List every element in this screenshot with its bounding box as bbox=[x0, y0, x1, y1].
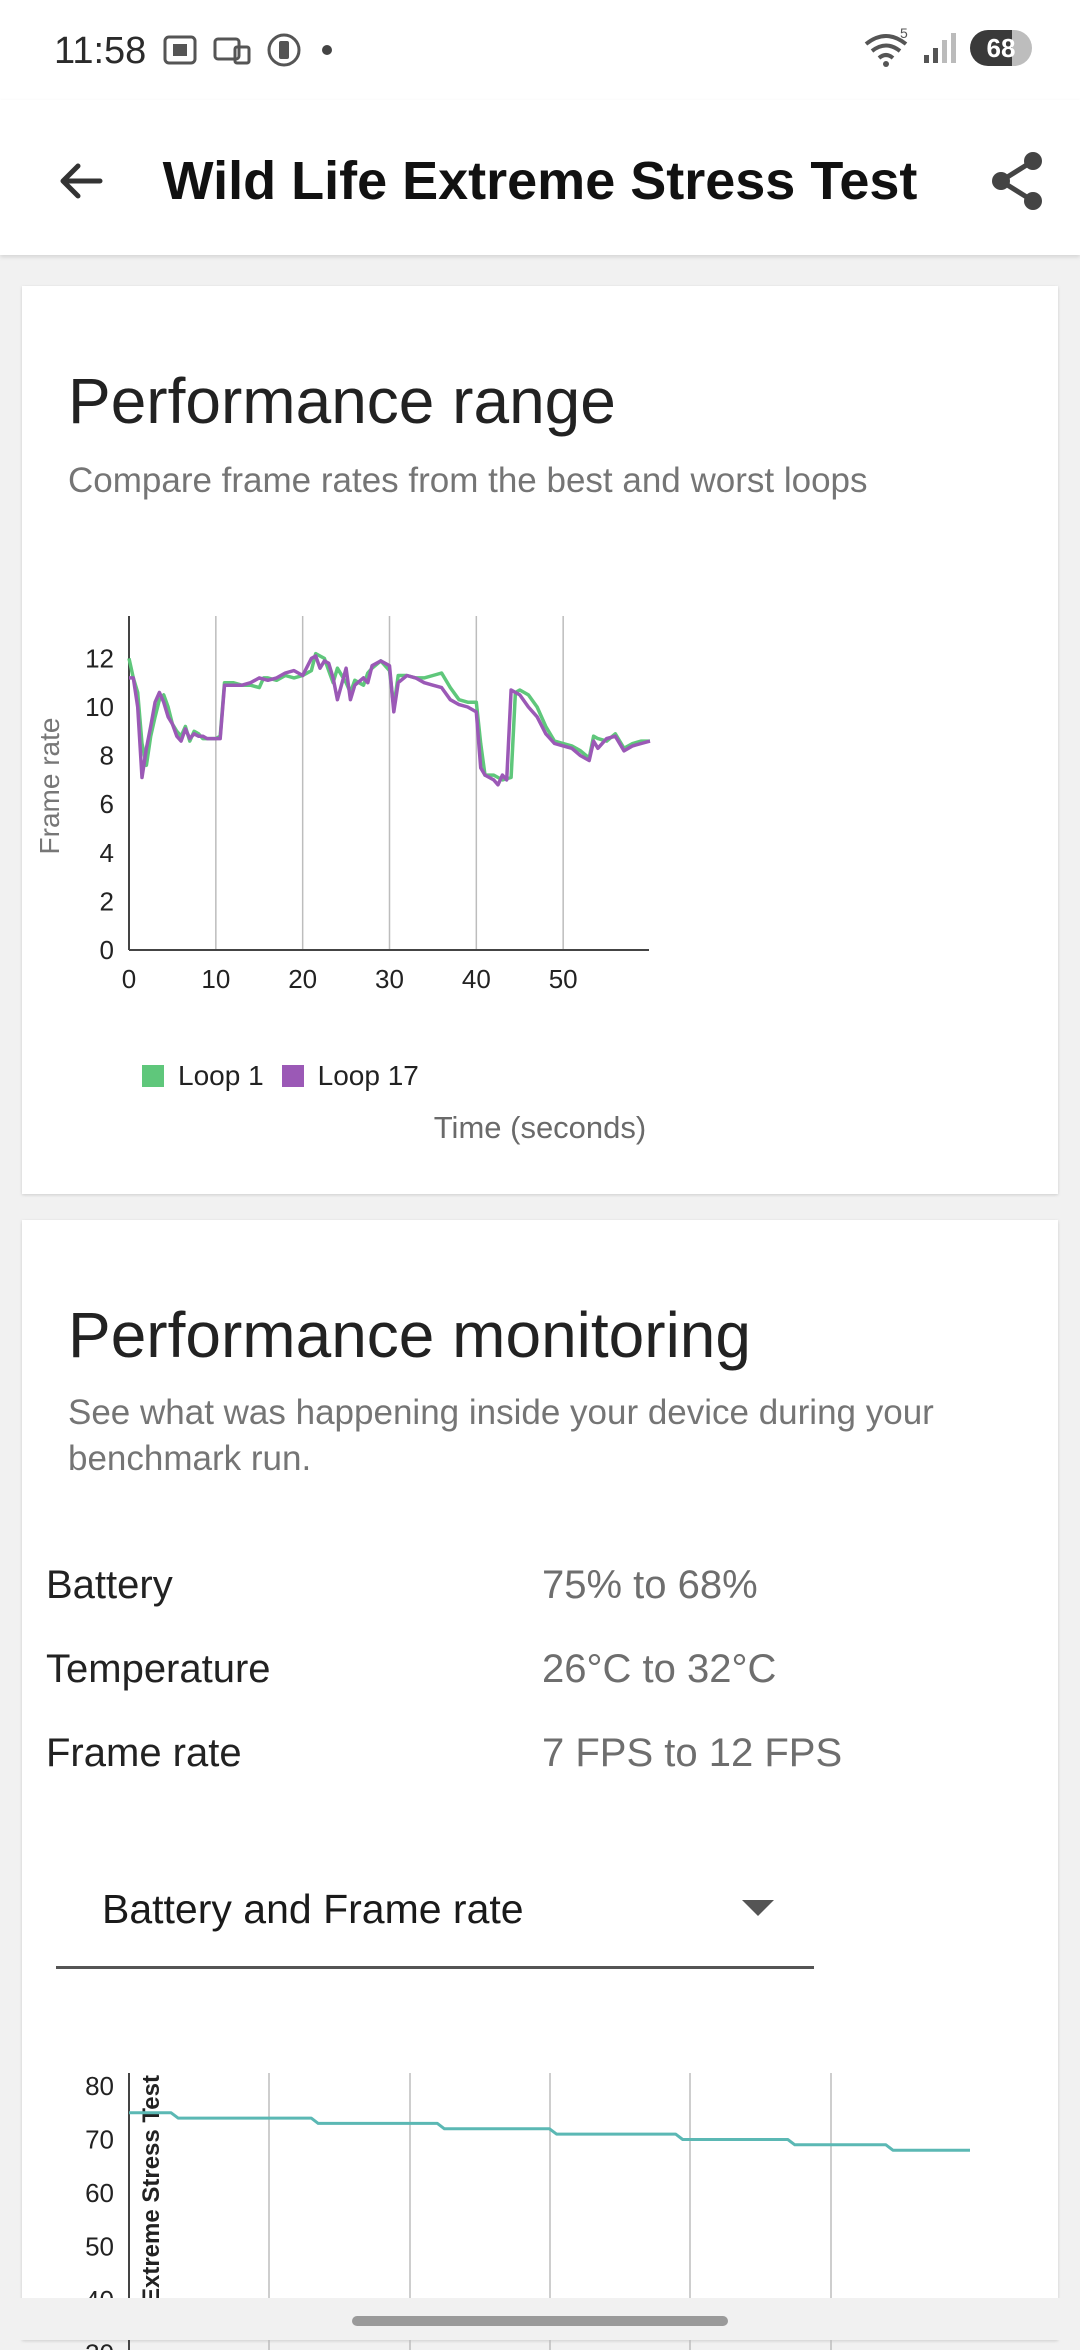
legend-item-loop-17: Loop 17 bbox=[281, 1060, 419, 1092]
performance-monitoring-subtitle: See what was happening inside your devic… bbox=[68, 1393, 934, 1478]
status-notification-icons bbox=[162, 32, 332, 68]
status-time: 11:58 bbox=[54, 30, 147, 72]
share-icon bbox=[992, 152, 1042, 210]
app-bar: Wild Life Extreme Stress Test bbox=[0, 100, 1080, 255]
app-status-icon bbox=[267, 33, 301, 67]
monitor-label: Temperature bbox=[46, 1647, 271, 1691]
y-tick-label: 10 bbox=[85, 692, 114, 722]
x-tick-label: 50 bbox=[549, 964, 578, 994]
dropdown-caret-icon bbox=[742, 1900, 774, 1916]
legend-label-loop-17: Loop 17 bbox=[317, 1060, 419, 1091]
cast-icon bbox=[213, 37, 251, 65]
monitor-label: Battery bbox=[46, 1563, 173, 1607]
x-axis-label: Time (seconds) bbox=[434, 1110, 646, 1145]
x-tick-label: 20 bbox=[288, 964, 317, 994]
monitor-value: 26°C to 32°C bbox=[542, 1647, 777, 1691]
y-tick-label: 2 bbox=[100, 886, 114, 916]
y-axis-label: Frame rate bbox=[34, 718, 65, 855]
share-button[interactable] bbox=[982, 146, 1052, 216]
y-tick-label: 50 bbox=[85, 2231, 114, 2261]
performance-monitoring-title: Performance monitoring bbox=[68, 1299, 751, 1371]
wifi-icon: 5 bbox=[864, 28, 908, 67]
monitor-label: Frame rate bbox=[46, 1731, 242, 1775]
y-tick-label: 0 bbox=[100, 935, 114, 965]
screenshot-icon bbox=[163, 35, 197, 65]
y-axis-label: Extreme Stress Test bbox=[138, 2075, 165, 2304]
home-gesture-handle[interactable] bbox=[352, 2316, 728, 2326]
frame-rate-chart: 0 10 20 30 40 50 0 2 4 6 8 10 12 Frame rate Time (seco… bbox=[34, 616, 651, 1145]
navigation-bar bbox=[0, 2298, 1080, 2340]
performance-range-title: Performance range bbox=[68, 365, 616, 437]
status-system-icons: 5 68 bbox=[862, 28, 1032, 68]
monitor-value: 7 FPS to 12 FPS bbox=[542, 1731, 843, 1775]
metric-dropdown-value: Battery and Frame rate bbox=[102, 1886, 524, 1932]
metric-dropdown[interactable]: Battery and Frame rate bbox=[56, 1840, 814, 1969]
y-tick-label: 6 bbox=[100, 789, 114, 819]
battery-icon: 68 bbox=[970, 30, 1032, 66]
legend-swatch-loop-17 bbox=[281, 1065, 304, 1087]
cell-signal-icon bbox=[924, 33, 956, 63]
chart-legend: Loop 1 Loop 17 bbox=[142, 1060, 437, 1092]
legend-swatch-loop-1 bbox=[142, 1065, 164, 1087]
performance-range-subtitle: Compare frame rates from the best and wo… bbox=[68, 461, 868, 500]
x-tick-label: 40 bbox=[462, 964, 491, 994]
notification-dot-icon bbox=[322, 45, 332, 55]
y-tick-label: 12 bbox=[85, 643, 114, 673]
legend-item-loop-1: Loop 1 bbox=[142, 1060, 264, 1092]
monitor-value: 75% to 68% bbox=[542, 1563, 758, 1607]
y-tick-label: 30 bbox=[85, 2338, 114, 2350]
y-tick-label: 4 bbox=[100, 838, 114, 868]
y-tick-label: 8 bbox=[100, 741, 114, 771]
y-tick-label: 60 bbox=[85, 2178, 114, 2208]
page-title: Wild Life Extreme Stress Test bbox=[162, 151, 918, 211]
status-bar: 11:58 5 68 bbox=[0, 0, 1080, 100]
wifi-badge: 5 bbox=[900, 28, 908, 41]
y-tick-label: 80 bbox=[85, 2071, 114, 2101]
x-tick-label: 0 bbox=[122, 964, 136, 994]
performance-range-card: Performance range Compare frame rates fr… bbox=[22, 286, 1058, 1194]
legend-label-loop-1: Loop 1 bbox=[178, 1060, 264, 1091]
x-tick-label: 30 bbox=[375, 964, 404, 994]
y-tick-label: 70 bbox=[85, 2124, 114, 2154]
x-tick-label: 10 bbox=[201, 964, 230, 994]
